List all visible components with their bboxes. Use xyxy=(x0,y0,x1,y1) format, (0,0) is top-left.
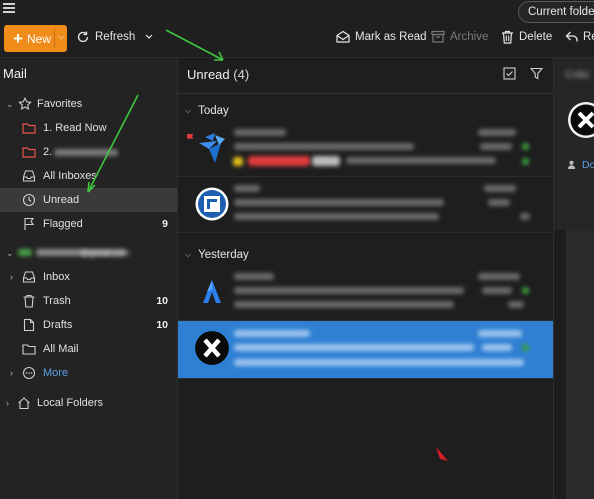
account-group[interactable]: ⌄ @gmail.com xyxy=(0,241,177,265)
favorites-group[interactable]: ⌄ Favorites xyxy=(0,92,177,116)
redacted-text xyxy=(54,149,118,156)
sidebar-item-label: Drafts xyxy=(43,319,73,331)
archive-button[interactable]: Archive xyxy=(431,30,488,43)
unread-count: (4) xyxy=(233,67,250,82)
sidebar-item-unread[interactable]: Unread xyxy=(0,188,177,212)
reply-icon xyxy=(565,31,578,42)
unread-count-badge: 10 xyxy=(156,295,168,307)
inbox-icon xyxy=(22,170,36,182)
sidebar-item-flagged[interactable]: Flagged 9 xyxy=(0,212,177,236)
message-row-selected[interactable] xyxy=(178,321,553,379)
archive-label: Archive xyxy=(450,30,489,43)
flag-icon[interactable] xyxy=(186,133,195,143)
sidebar-item-all-mail[interactable]: All Mail xyxy=(0,337,177,361)
reply-button[interactable]: Rep xyxy=(565,30,594,43)
cursor-icon xyxy=(436,447,448,461)
refresh-button[interactable]: Refresh xyxy=(76,30,158,44)
toolbar: Current folder + New ⌵ Refresh Mark as R… xyxy=(0,0,594,58)
group-header-yesterday[interactable]: ⌵ Yesterday xyxy=(185,249,249,261)
inbox-icon xyxy=(22,271,36,283)
sidebar-item-read-now[interactable]: 1. Read Now xyxy=(0,116,177,140)
sidebar-item-trash[interactable]: Trash 10 xyxy=(0,289,177,313)
trash-icon xyxy=(23,294,35,308)
chevron-down-icon[interactable]: ⌵ xyxy=(185,106,191,116)
home-icon xyxy=(18,397,30,410)
reply-label: Rep xyxy=(583,30,594,43)
reading-pane: Critic Do xyxy=(553,58,594,499)
message-row[interactable] xyxy=(178,265,553,321)
more-icon xyxy=(22,366,36,380)
chevron-right-icon[interactable]: › xyxy=(10,368,13,378)
current-folder-button[interactable]: Current folder xyxy=(518,1,594,23)
message-row[interactable] xyxy=(178,121,553,177)
chevron-down-icon[interactable]: ⌄ xyxy=(6,248,14,259)
message-list-title: Unread (4) xyxy=(187,67,250,82)
sidebar-item-label: 1. Read Now xyxy=(43,122,107,134)
account-label: @gmail.com xyxy=(80,248,131,258)
sender-avatar-icon xyxy=(195,331,229,365)
favorites-label: Favorites xyxy=(37,98,83,110)
chevron-down-icon[interactable] xyxy=(145,34,153,40)
mark-as-read-label: Mark as Read xyxy=(355,30,427,43)
envelope-open-icon xyxy=(336,30,350,43)
chevron-down-icon[interactable]: ⌄ xyxy=(6,99,14,110)
sidebar-item-label: Flagged xyxy=(43,218,83,230)
delete-label: Delete xyxy=(519,31,553,43)
sender-avatar-icon xyxy=(203,280,221,303)
clock-icon xyxy=(22,193,36,207)
select-all-icon[interactable] xyxy=(503,67,516,80)
sidebar-item-more[interactable]: › More xyxy=(0,361,177,385)
message-row[interactable] xyxy=(178,177,553,233)
message-list: Unread (4) ⌵ Today ⌵ Yesterday xyxy=(178,58,553,499)
drafts-icon xyxy=(23,318,35,332)
folder-icon xyxy=(22,147,36,158)
sidebar-item-label: Inbox xyxy=(43,271,70,283)
chevron-down-icon[interactable]: ⌵ xyxy=(185,250,191,260)
sidebar-item-inbox[interactable]: › Inbox xyxy=(0,265,177,289)
sidebar-item-label: Local Folders xyxy=(37,397,104,409)
sidebar-item-label: Unread xyxy=(43,194,80,206)
sidebar-item-folder-2[interactable]: 2. xyxy=(0,140,177,164)
folder-icon xyxy=(22,344,36,355)
chevron-right-icon[interactable]: › xyxy=(10,272,13,282)
unread-count-badge: 9 xyxy=(162,218,168,230)
sidebar-title: Mail xyxy=(3,66,27,81)
sender-avatar-icon xyxy=(199,133,225,163)
sidebar-item-label: Trash xyxy=(43,295,71,307)
sidebar-item-local-folders[interactable]: › Local Folders xyxy=(0,391,177,415)
chevron-down-icon[interactable]: ⌵ xyxy=(58,31,65,42)
reading-pane-subject: Critic xyxy=(565,69,591,81)
sender-avatar-icon xyxy=(568,102,594,138)
sidebar-item-drafts[interactable]: Drafts 10 xyxy=(0,313,177,337)
star-icon xyxy=(18,97,32,110)
plus-icon: + xyxy=(13,29,23,48)
unread-count-badge: 10 xyxy=(156,319,168,331)
chevron-right-icon[interactable]: › xyxy=(6,398,9,408)
new-button[interactable]: + New ⌵ xyxy=(4,25,67,52)
account-icon xyxy=(18,249,32,256)
mark-as-read-button[interactable]: Mark as Read xyxy=(336,30,427,43)
new-button-label: New xyxy=(26,31,51,46)
sidebar-item-label: All Inboxes xyxy=(43,170,97,182)
trash-icon xyxy=(502,30,513,44)
archive-icon xyxy=(431,30,445,43)
folder-sidebar: Mail ⌄ Favorites 1. Read Now 2. All Inbo… xyxy=(0,58,178,499)
delete-button[interactable]: Delete xyxy=(501,30,552,44)
sender-avatar-icon xyxy=(195,187,229,221)
person-icon xyxy=(567,160,576,169)
sidebar-item-label: More xyxy=(43,367,69,379)
hamburger-menu-icon[interactable] xyxy=(3,3,15,13)
group-header-today[interactable]: ⌵ Today xyxy=(185,105,229,117)
reading-pane-link[interactable]: Do xyxy=(582,159,594,171)
refresh-icon xyxy=(77,31,89,43)
filter-icon[interactable] xyxy=(530,67,543,80)
flag-icon xyxy=(24,217,35,230)
sidebar-item-label: All Mail xyxy=(43,343,79,355)
sidebar-item-all-inboxes[interactable]: All Inboxes xyxy=(0,164,177,188)
folder-icon xyxy=(22,123,36,134)
refresh-label: Refresh xyxy=(95,31,136,43)
sidebar-item-label: 2. xyxy=(43,146,53,158)
